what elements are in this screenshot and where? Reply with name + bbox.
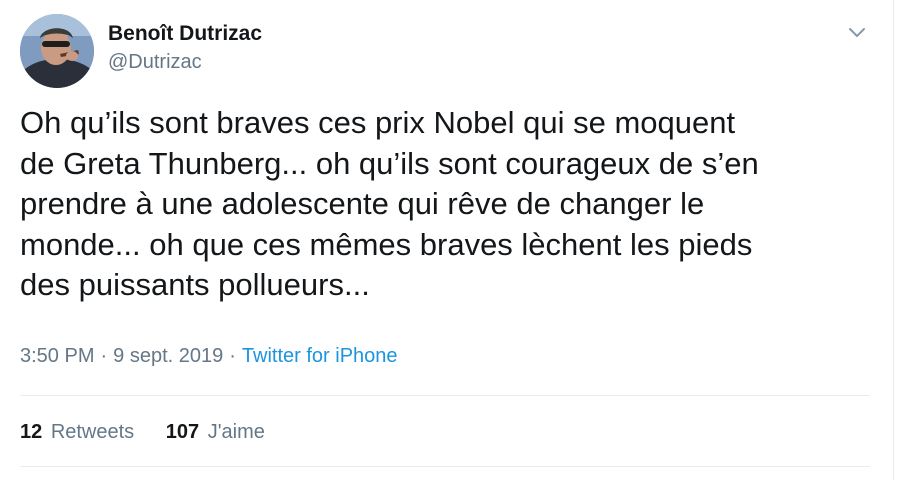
retweets-label: Retweets (50, 421, 135, 443)
avatar[interactable] (20, 14, 94, 88)
author-name[interactable]: Benoît Dutrizac (108, 22, 262, 46)
tweet-time[interactable]: 3:50 PM (20, 345, 94, 367)
divider (20, 395, 870, 396)
tweet-text: Oh qu’ils sont braves ces prix Nobel qui… (20, 103, 870, 306)
card-border (893, 0, 894, 480)
tweet-text-line: monde... oh que ces mêmes braves lèchent… (20, 226, 753, 262)
tweet-text-line: Oh qu’ils sont braves ces prix Nobel qui… (20, 105, 736, 140)
likes-label: J'aime (207, 421, 265, 443)
meta-separator: · (100, 345, 108, 367)
profile-photo-icon (20, 14, 94, 88)
meta-separator: · (229, 345, 236, 367)
tweet-text-line: prendre à une adolescente qui rêve de ch… (20, 186, 705, 221)
author-handle[interactable]: @Dutrizac (108, 51, 202, 74)
tweet-text-line: des puissants pollueurs... (20, 267, 370, 302)
retweets-count: 12 (20, 421, 43, 443)
divider (20, 466, 870, 467)
likes-stat[interactable]: 107 J'aime (166, 421, 265, 444)
tweet-date[interactable]: 9 sept. 2019 (113, 345, 223, 367)
chevron-down-icon (849, 28, 865, 37)
tweet-text-line: de Greta Thunberg... oh qu’ils sont cour… (20, 145, 759, 181)
likes-count: 107 (165, 421, 200, 443)
tweet-stats: 12 Retweets 107 J'aime (20, 421, 291, 444)
tweet-menu-button[interactable] (844, 20, 870, 46)
tweet-card: Benoît Dutrizac @Dutrizac Oh qu’ils sont… (0, 0, 898, 480)
tweet-meta: 3:50 PM · 9 sept. 2019 · Twitter for iPhone (20, 345, 398, 368)
tweet-source-link[interactable]: Twitter for iPhone (242, 345, 398, 367)
retweets-stat[interactable]: 12 Retweets (20, 421, 134, 444)
